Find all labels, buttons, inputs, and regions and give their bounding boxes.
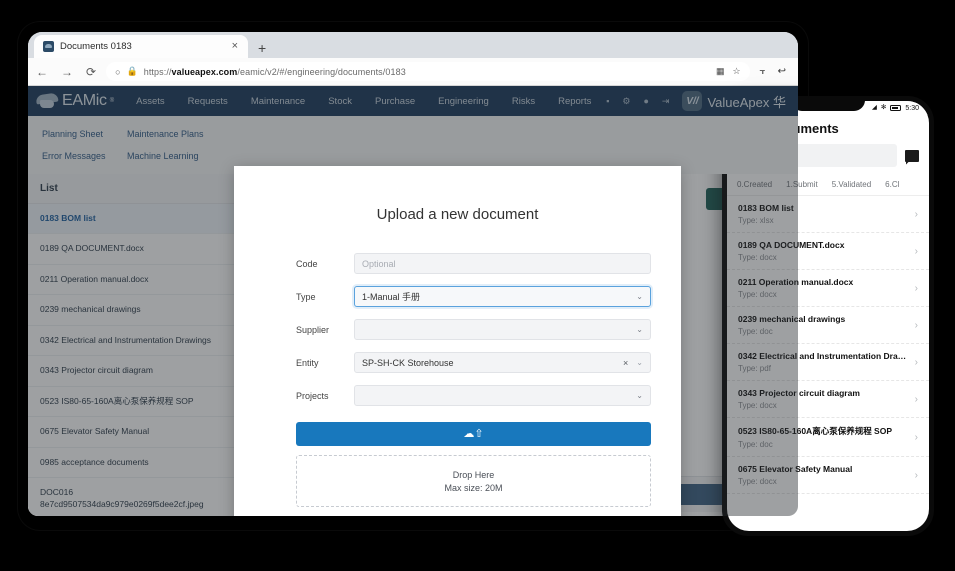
- signal-icon: ◢: [871, 103, 877, 111]
- reload-icon[interactable]: ⟳: [86, 66, 96, 78]
- new-tab-icon[interactable]: +: [258, 41, 266, 55]
- tab-closed[interactable]: 6.Cl: [885, 180, 899, 189]
- form-row-type: Type 1-Manual 手册 ⌄: [234, 286, 681, 307]
- screenshot-stage: Documents 0183 × + ← → ⟳ ○ 🔒 https://val…: [0, 0, 955, 571]
- forward-icon[interactable]: →: [61, 66, 73, 78]
- address-bar-url: https://valueapex.com/eamic/v2/#/enginee…: [143, 66, 406, 77]
- upload-file-button[interactable]: ☁⇧: [296, 422, 651, 446]
- file-dropzone[interactable]: Drop Here Max size: 20M: [296, 455, 651, 507]
- label-code: Code: [296, 258, 318, 269]
- clear-icon[interactable]: ×: [623, 358, 636, 368]
- laptop-device-frame: Documents 0183 × + ← → ⟳ ○ 🔒 https://val…: [18, 22, 808, 530]
- form-row-entity: Entity SP-SH-CK Storehouse × ⌄: [234, 352, 681, 373]
- dropzone-size-text: Max size: 20M: [444, 482, 503, 493]
- chevron-right-icon: ›: [914, 393, 918, 405]
- browser-tab-title: Documents 0183: [60, 41, 132, 52]
- chevron-right-icon: ›: [914, 469, 918, 481]
- history-icon[interactable]: ↩: [778, 66, 786, 77]
- address-bar[interactable]: ○ 🔒 https://valueapex.com/eamic/v2/#/eng…: [106, 62, 750, 81]
- chevron-right-icon: ›: [914, 282, 918, 294]
- modal-title: Upload a new document: [376, 206, 539, 223]
- bookmark-star-icon[interactable]: ☆: [732, 66, 740, 77]
- shield-icon: ○: [115, 66, 121, 77]
- browser-tab-strip: Documents 0183 × +: [28, 32, 798, 58]
- close-icon[interactable]: ×: [230, 41, 240, 52]
- projects-select[interactable]: ⌄: [354, 385, 651, 406]
- entity-select-value: SP-SH-CK Storehouse: [362, 357, 454, 368]
- chevron-right-icon: ›: [914, 431, 918, 443]
- chevron-down-icon: ⌄: [636, 325, 643, 334]
- dropzone-primary-text: Drop Here: [452, 469, 495, 480]
- entity-select[interactable]: SP-SH-CK Storehouse × ⌄: [354, 352, 651, 373]
- status-time: 5:30: [905, 104, 919, 112]
- label-entity: Entity: [296, 357, 319, 368]
- back-icon[interactable]: ←: [36, 66, 48, 78]
- chevron-right-icon: ›: [914, 356, 918, 368]
- label-type: Type: [296, 291, 316, 302]
- type-select-value: 1-Manual 手册: [362, 292, 421, 302]
- chat-icon[interactable]: [905, 149, 919, 162]
- split-view-icon[interactable]: ⫟: [760, 66, 766, 77]
- eamic-application: EAMic ® Assets Requests Maintenance Stoc…: [28, 86, 798, 516]
- browser-window: Documents 0183 × + ← → ⟳ ○ 🔒 https://val…: [28, 32, 798, 516]
- supplier-select[interactable]: ⌄: [354, 319, 651, 340]
- label-supplier: Supplier: [296, 324, 330, 335]
- chevron-right-icon: ›: [914, 245, 918, 257]
- chevron-down-icon: ⌄: [636, 358, 643, 367]
- browser-nav-buttons: ← → ⟳: [36, 66, 96, 78]
- form-row-code: Code Optional: [234, 253, 681, 274]
- chevron-right-icon: ›: [914, 319, 918, 331]
- cloud-upload-icon: ☁⇧: [463, 427, 484, 440]
- chevron-down-icon: ⌄: [636, 391, 643, 400]
- bluetooth-icon: ✻: [880, 103, 887, 111]
- lock-icon: 🔒: [126, 66, 138, 76]
- browser-tab[interactable]: Documents 0183 ×: [34, 35, 248, 58]
- upload-document-modal: Upload a new document Code Optional Type…: [234, 166, 681, 516]
- phone-notch: [791, 101, 865, 111]
- type-select[interactable]: 1-Manual 手册 ⌄: [354, 286, 651, 307]
- battery-icon: [890, 105, 902, 111]
- label-projects: Projects: [296, 390, 329, 401]
- qr-code-icon[interactable]: ▦: [716, 66, 725, 77]
- browser-toolbar: ← → ⟳ ○ 🔒 https://valueapex.com/eamic/v2…: [28, 58, 798, 86]
- tab-validated[interactable]: 5.Validated: [832, 180, 871, 189]
- browser-toolbar-right: ⫟ ↩: [760, 66, 790, 77]
- form-row-supplier: Supplier ⌄: [234, 319, 681, 340]
- address-bar-actions: ▦ ☆: [716, 66, 741, 77]
- code-input[interactable]: Optional: [354, 253, 651, 274]
- chevron-right-icon: ›: [914, 208, 918, 220]
- eamic-favicon-icon: [43, 41, 54, 52]
- chevron-down-icon: ⌄: [636, 292, 643, 301]
- form-row-projects: Projects ⌄: [234, 385, 681, 406]
